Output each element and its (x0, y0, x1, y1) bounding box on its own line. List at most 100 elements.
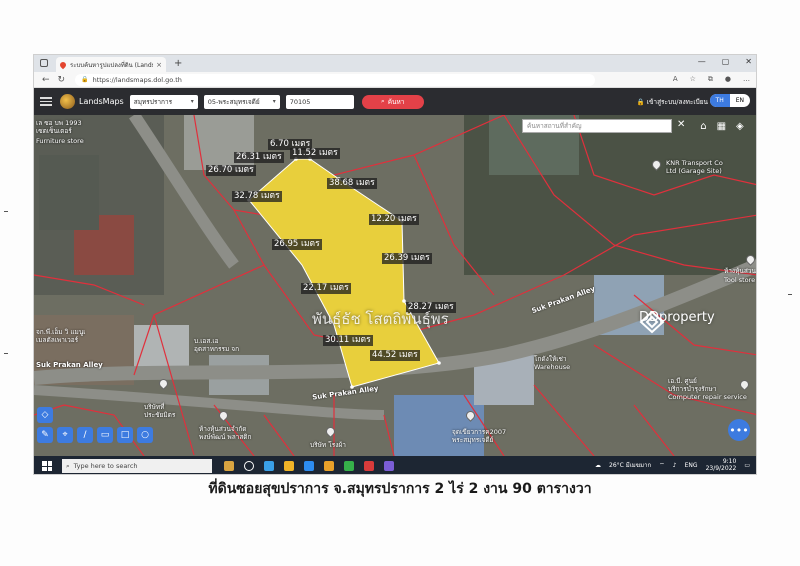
windows-taskbar: ⌕ Type here to search ☁ 26°C มีเมฆมาก ⌔ … (34, 456, 756, 474)
place-search-input[interactable]: ค้นหาสถานที่สำคัญ (522, 119, 672, 133)
place-label: Tool store (724, 276, 756, 284)
map-tools: ⌂ ▦ ◈ (692, 117, 752, 135)
scan-mark (788, 294, 792, 295)
more-menu-icon[interactable]: … (743, 75, 750, 84)
close-window-button[interactable]: ✕ (745, 57, 752, 66)
address-bar: ← ↻ 🔒 https://landsmaps.dol.go.th A ☆ ⧉ … (34, 72, 756, 88)
grid-icon[interactable]: ▦ (717, 121, 726, 132)
mail-icon[interactable] (324, 461, 334, 471)
listing-caption: ที่ดินซอยสุขปราการ จ.สมุทรปราการ 2 ไร่ 2… (208, 481, 592, 497)
measurement-label: 26.31 เมตร (234, 152, 284, 163)
read-aloud-icon[interactable]: A (673, 75, 678, 84)
place-label: เอ.บี. ศูนย์ บริการบำรุงรักษา Computer rep… (668, 377, 747, 401)
pin-tool-icon[interactable]: ⌖ (57, 427, 73, 443)
measurement-label: 12.20 เมตร (369, 214, 419, 225)
taskbar-apps (224, 461, 394, 471)
polygon-tool-icon[interactable]: ▭ (97, 427, 113, 443)
brand-name: LandsMaps (79, 97, 124, 106)
parcel-code-input[interactable]: 70105 (285, 94, 354, 109)
place-label: Furniture store (36, 137, 84, 145)
circle-tool-icon[interactable]: ○ (137, 427, 153, 443)
file-explorer-icon[interactable] (284, 461, 294, 471)
map-pin-icon (58, 60, 68, 69)
collections-icon[interactable]: ⧉ (708, 75, 713, 84)
line-tool-icon[interactable]: ∕ (77, 427, 93, 443)
lang-en-button[interactable]: EN (730, 94, 750, 107)
favorite-star-icon[interactable]: ☆ (690, 75, 696, 84)
app-icon[interactable] (384, 461, 394, 471)
new-tab-button[interactable]: + (174, 58, 182, 69)
place-label: จุดเขียวการค2007 พระสมุทรเจดีย์ (452, 428, 507, 444)
tab-title: ระบบค้นหารูปแปลงที่ดิน (LandsMap... (70, 61, 154, 69)
browser-tab-strip: ระบบค้นหารูปแปลงที่ดิน (LandsMap... × + … (34, 55, 756, 72)
search-icon: ⌕ (66, 461, 70, 470)
measurement-label: 38.68 เมตร (327, 178, 377, 189)
task-view-icon[interactable] (244, 461, 254, 471)
excel-icon[interactable] (344, 461, 354, 471)
volume-icon[interactable]: ♪ (673, 462, 677, 469)
layers-icon[interactable]: ◈ (736, 121, 744, 132)
drawing-tools: ◇ ✎ ⌖ ∕ ▭ □ ○ (37, 407, 153, 443)
app-image-icon[interactable] (224, 461, 234, 471)
chevron-down-icon: ▾ (272, 98, 276, 105)
place-label: บริษัท โรงผ้า (310, 441, 346, 449)
close-search-icon[interactable]: ✕ (677, 119, 685, 130)
menu-icon[interactable] (40, 97, 52, 106)
place-label: เล ซอ บพ 1993 เซตเซ็นเตอร์ (36, 119, 82, 135)
minimize-button[interactable]: — (698, 57, 706, 66)
ddproperty-logo: DDproperty (639, 310, 715, 334)
wifi-icon[interactable]: ⌔ (659, 461, 665, 469)
page: ระบบค้นหารูปแปลงที่ดิน (LandsMap... × + … (0, 0, 800, 566)
pdf-icon[interactable] (364, 461, 374, 471)
app-toolbar: LandsMaps สมุทรปราการ ▾ 05-พระสมุทรเจดีย์… (34, 88, 756, 115)
home-icon[interactable]: ⌂ (700, 121, 706, 132)
measurement-label: 44.52 เมตร (370, 350, 420, 361)
measurement-label: 22.17 เมตร (301, 283, 351, 294)
place-label: ห้างหุ้นส่วน (724, 267, 756, 275)
url-text: https://landsmaps.dol.go.th (92, 75, 182, 84)
district-select[interactable]: 05-พระสมุทรเจดีย์ ▾ (203, 94, 280, 109)
browser-tab[interactable]: ระบบค้นหารูปแปลงที่ดิน (LandsMap... × (56, 57, 166, 72)
maximize-button[interactable]: ▢ (722, 57, 730, 66)
refresh-icon[interactable]: ↻ (58, 75, 66, 85)
more-options-button[interactable]: ••• (728, 419, 750, 441)
map-view[interactable]: 6.70 เมตร 11.52 เมตร 26.31 เมตร 26.70 เม… (34, 115, 756, 456)
place-label: KNR Transport Co Ltd (Garage Site) (666, 159, 723, 175)
taskbar-search-input[interactable]: ⌕ Type here to search (62, 459, 212, 473)
back-icon[interactable]: ← (42, 75, 50, 85)
erase-icon[interactable]: ◇ (37, 407, 53, 423)
lock-icon: 🔒 (81, 76, 89, 83)
profile-icon[interactable]: ● (725, 75, 731, 84)
ddproperty-mark-icon (639, 310, 665, 334)
url-field[interactable]: 🔒 https://landsmaps.dol.go.th (75, 73, 596, 86)
measurement-label: 11.52 เมตร (290, 148, 340, 159)
scan-mark (4, 353, 8, 354)
weather-icon: ☁ (595, 461, 602, 469)
measurement-label: 30.11 เมตร (323, 335, 373, 346)
language-toggle: TH EN (709, 94, 750, 107)
notification-icon[interactable]: ▭ (744, 462, 750, 469)
windows-start-icon[interactable] (42, 461, 52, 471)
store-icon[interactable] (304, 461, 314, 471)
search-icon: ⌕ (381, 97, 385, 105)
screenshot: ระบบค้นหารูปแปลงที่ดิน (LandsMap... × + … (33, 54, 757, 475)
measure-icon[interactable]: ✎ (37, 427, 53, 443)
window-controls: — ▢ ✕ (698, 57, 752, 66)
lang-th-button[interactable]: TH (709, 94, 730, 107)
tab-actions-icon[interactable] (40, 59, 48, 67)
watermark-text: พันธุ์ธัช โสตถิพันธุ์พร (312, 310, 449, 328)
input-language[interactable]: ENG (685, 462, 698, 469)
search-button[interactable]: ⌕ ค้นหา (361, 94, 424, 109)
place-label: โกดังให้เช่า Warehouse (534, 355, 571, 371)
tab-close-button[interactable]: × (156, 61, 162, 69)
login-link[interactable]: 🔒 เข้าสู่ระบบ/ลงทะเบียน (637, 97, 708, 107)
province-select[interactable]: สมุทรปราการ ▾ (129, 94, 198, 109)
square-tool-icon[interactable]: □ (117, 427, 133, 443)
scan-mark (4, 211, 8, 212)
measurement-label: 26.95 เมตร (272, 239, 322, 250)
measurement-label: 32.78 เมตร (232, 191, 282, 202)
system-tray: ☁ 26°C มีเมฆมาก ⌔ ♪ ENG 9:10 23/9/2022 ▭ (595, 458, 750, 472)
edge-icon[interactable] (264, 461, 274, 471)
weather-text: 26°C มีเมฆมาก (609, 462, 652, 469)
clock[interactable]: 9:10 23/9/2022 (706, 458, 737, 472)
